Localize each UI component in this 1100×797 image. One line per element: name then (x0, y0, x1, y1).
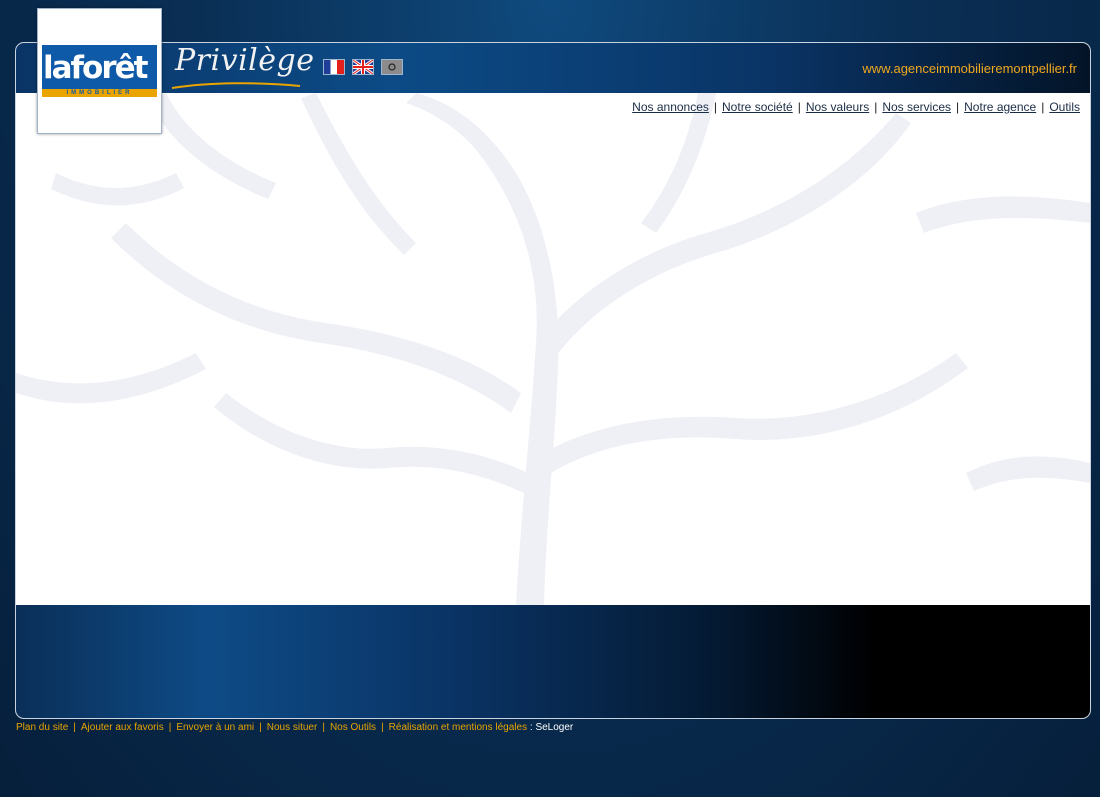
content-area (16, 93, 1090, 605)
footer-separator: | (381, 722, 384, 733)
footer-separator: | (322, 722, 325, 733)
brand-tagline: Privilège (175, 43, 315, 78)
uk-flag-icon[interactable] (352, 58, 374, 76)
logo-text: laforêt (43, 50, 148, 86)
nav-notre-agence[interactable]: Notre agence (964, 100, 1036, 114)
footer-link-nous-situer[interactable]: Nous situer (267, 722, 318, 733)
flag-icon[interactable] (382, 60, 402, 74)
footer-link-mentions-legales[interactable]: Réalisation et mentions légales (389, 722, 527, 733)
language-selector (324, 58, 402, 76)
footer-link-nos-outils[interactable]: Nos Outils (330, 722, 376, 733)
nav-nos-annonces[interactable]: Nos annonces (632, 100, 709, 114)
nav-separator: | (797, 100, 801, 114)
tagline-swoosh (171, 82, 301, 89)
nav-separator: | (713, 100, 718, 114)
logo-subtext: IMMOBILIER (42, 89, 157, 97)
footer-link-plan-du-site[interactable]: Plan du site (16, 722, 68, 733)
uk-flag-graphic (352, 58, 374, 76)
nav-separator: | (874, 100, 878, 114)
footer-link-ajouter-favoris[interactable]: Ajouter aux favoris (81, 722, 164, 733)
laforet-logo[interactable]: laforêt IMMOBILIER (37, 8, 162, 134)
main-nav: Nos annonces | Notre société | Nos valeurs | N… (632, 100, 1080, 114)
footer-separator: | (73, 722, 76, 733)
footer-band (16, 605, 1090, 718)
nav-nos-valeurs[interactable]: Nos valeurs (806, 100, 869, 114)
flag-graphic (382, 60, 402, 74)
page: { "brand": { "logo_text": "laforêt", "lo… (0, 0, 1100, 797)
tree-watermark (16, 93, 1090, 605)
nav-outils[interactable]: Outils (1049, 100, 1080, 114)
nav-separator: | (956, 100, 960, 114)
nav-separator: | (1041, 100, 1045, 114)
footer-link-envoyer-ami[interactable]: Envoyer à un ami (176, 722, 254, 733)
nav-nos-services[interactable]: Nos services (882, 100, 951, 114)
footer-credit-seloger[interactable]: SeLoger (535, 722, 573, 733)
footer-links: Plan du site | Ajouter aux favoris | Envoyer… (16, 722, 573, 733)
site-url[interactable]: www.agenceimmobilieremontpellier.fr (862, 61, 1077, 76)
footer-separator: | (168, 722, 172, 733)
main-frame (15, 42, 1091, 719)
nav-notre-societe[interactable]: Notre société (722, 100, 793, 114)
france-flag-icon[interactable] (324, 60, 344, 74)
footer-separator: | (259, 722, 262, 733)
